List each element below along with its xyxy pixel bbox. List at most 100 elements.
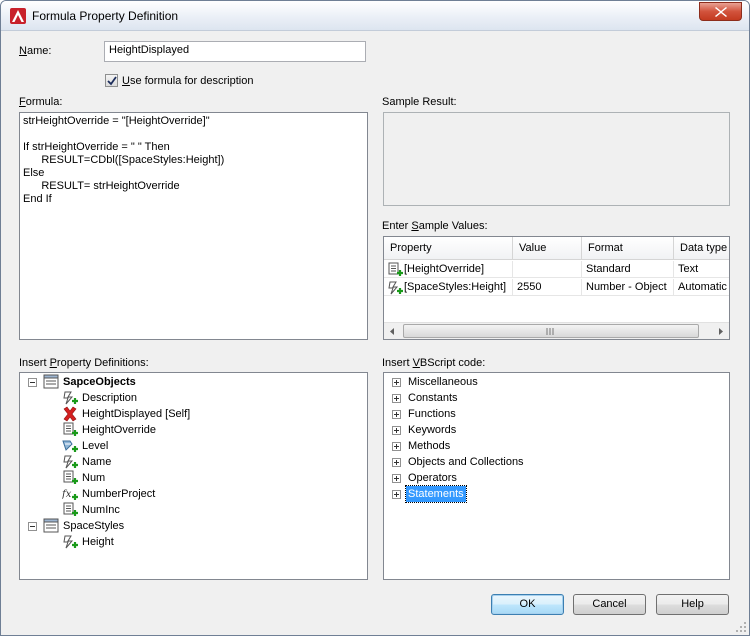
row-value-cell[interactable]: [513, 261, 582, 278]
scroll-left-icon[interactable]: [384, 323, 401, 340]
resize-grip-icon[interactable]: [735, 621, 747, 633]
formula-line: Else: [23, 167, 45, 179]
tree-group-label: SpaceStyles: [63, 520, 125, 532]
tree-group-node[interactable]: SpaceStyles: [20, 518, 360, 534]
tree-item-label: Level: [82, 440, 109, 452]
vbscript-tree[interactable]: Miscellaneous Constants Functions Keywords M…: [383, 372, 730, 580]
horizontal-scrollbar[interactable]: [384, 322, 729, 339]
scroll-right-icon[interactable]: [712, 323, 729, 340]
table-row[interactable]: [SpaceStyles:Height] 2550 Number - Objec…: [384, 279, 729, 296]
tree-item[interactable]: fx NumberProject: [20, 486, 360, 502]
property-set-icon: [43, 518, 59, 533]
tree-item[interactable]: NumInc: [20, 502, 360, 518]
tree-item-label: Description: [82, 392, 138, 404]
svg-text:fx: fx: [62, 489, 72, 500]
red-x-icon: [63, 406, 77, 422]
cancel-button[interactable]: Cancel: [573, 594, 646, 615]
formula-line: strHeightOverride = "[HeightOverride]": [23, 115, 210, 127]
checkmark-icon: [107, 76, 117, 86]
expand-toggle[interactable]: [392, 394, 401, 403]
property-add-icon: [63, 422, 78, 436]
insert-vbscript-label: Insert VBScript code:: [382, 357, 486, 369]
expand-toggle[interactable]: [392, 378, 401, 387]
formula-line: End If: [23, 193, 52, 205]
sample-values-label: Enter Sample Values:: [382, 220, 488, 232]
column-header-format[interactable]: Format: [582, 237, 674, 260]
tree-item-label: NumberProject: [82, 488, 156, 500]
vbscript-tree-label: Functions: [408, 408, 456, 420]
location-property-icon: [62, 440, 78, 452]
tree-item[interactable]: Level: [20, 438, 360, 454]
title-bar[interactable]: Formula Property Definition: [1, 1, 749, 31]
sample-result-label: Sample Result:: [382, 96, 457, 108]
tree-group-node[interactable]: SapceObjects: [20, 374, 360, 390]
expand-toggle[interactable]: [392, 442, 401, 451]
collapse-toggle[interactable]: [28, 522, 37, 531]
tree-item[interactable]: HeightOverride: [20, 422, 360, 438]
tree-item-label: HeightOverride: [82, 424, 156, 436]
vbscript-tree-item[interactable]: Operators: [384, 470, 724, 486]
vbscript-tree-label: Methods: [408, 440, 451, 452]
vbscript-tree-item[interactable]: Keywords: [384, 422, 724, 438]
automatic-property-icon: [63, 391, 78, 405]
row-property-cell: [HeightOverride]: [384, 261, 513, 278]
close-icon: [715, 7, 727, 17]
property-add-icon: [63, 470, 78, 484]
help-button[interactable]: Help: [656, 594, 729, 615]
vbscript-tree-label: Miscellaneous: [408, 376, 478, 388]
automatic-property-icon: [388, 281, 403, 295]
tree-item[interactable]: Height: [20, 534, 360, 550]
row-format-cell[interactable]: Number - Object: [582, 279, 674, 296]
tree-item[interactable]: Name: [20, 454, 360, 470]
sample-values-grid[interactable]: Property Value Format Data type [HeightO…: [383, 236, 730, 340]
column-header-data-type[interactable]: Data type: [674, 237, 729, 260]
formula-editor[interactable]: strHeightOverride = "[HeightOverride]" If…: [19, 112, 368, 340]
tree-item[interactable]: Description: [20, 390, 360, 406]
tree-item[interactable]: HeightDisplayed [Self]: [20, 406, 360, 422]
column-header-value[interactable]: Value: [513, 237, 582, 260]
use-formula-label: Use formula for description: [122, 75, 254, 87]
row-value-cell[interactable]: 2550: [513, 279, 582, 296]
expand-toggle[interactable]: [392, 490, 401, 499]
automatic-property-icon: [63, 455, 78, 469]
vbscript-tree-item[interactable]: Miscellaneous: [384, 374, 724, 390]
tree-item[interactable]: Num: [20, 470, 360, 486]
app-logo-icon: [10, 8, 26, 24]
use-formula-checkbox[interactable]: [105, 74, 118, 87]
row-format-cell[interactable]: Standard: [582, 261, 674, 278]
collapse-toggle[interactable]: [28, 378, 37, 387]
formula-line: [23, 128, 364, 141]
vbscript-tree-item[interactable]: Functions: [384, 406, 724, 422]
expand-toggle[interactable]: [392, 426, 401, 435]
name-input[interactable]: HeightDisplayed: [104, 41, 366, 62]
row-data-type-cell[interactable]: Automatic: [674, 279, 729, 296]
expand-toggle[interactable]: [392, 458, 401, 467]
automatic-property-icon: [63, 535, 78, 549]
formula-line: RESULT= strHeightOverride: [23, 180, 180, 192]
vbscript-tree-item[interactable]: Objects and Collections: [384, 454, 724, 470]
row-property-text: [SpaceStyles:Height]: [404, 281, 507, 293]
formula-icon: fx: [62, 489, 78, 500]
column-header-property[interactable]: Property: [384, 237, 513, 260]
table-row[interactable]: [HeightOverride] Standard Text: [384, 261, 729, 278]
grip-icon: [546, 328, 554, 335]
row-data-type-cell[interactable]: Text: [674, 261, 729, 278]
formula-line: If strHeightOverride = " " Then: [23, 141, 170, 153]
row-property-cell: [SpaceStyles:Height]: [384, 279, 513, 296]
vbscript-tree-item[interactable]: Methods: [384, 438, 724, 454]
vbscript-tree-item[interactable]: Constants: [384, 390, 724, 406]
tree-item-label: Num: [82, 472, 106, 484]
formula-line: RESULT=CDbl([SpaceStyles:Height]): [23, 154, 225, 166]
expand-toggle[interactable]: [392, 474, 401, 483]
tree-group-label: SapceObjects: [63, 376, 136, 388]
tree-item-label: NumInc: [82, 504, 120, 516]
insert-props-label: Insert Property Definitions:: [19, 357, 149, 369]
property-tree[interactable]: SapceObjects Description HeightDisplayed […: [19, 372, 368, 580]
expand-toggle[interactable]: [392, 410, 401, 419]
vbscript-tree-item[interactable]: Statements: [384, 485, 724, 503]
vbscript-tree-label: Constants: [408, 392, 458, 404]
close-button[interactable]: [699, 2, 742, 21]
scrollbar-thumb[interactable]: [403, 324, 699, 338]
property-add-icon: [388, 262, 403, 276]
ok-button[interactable]: OK: [491, 594, 564, 615]
